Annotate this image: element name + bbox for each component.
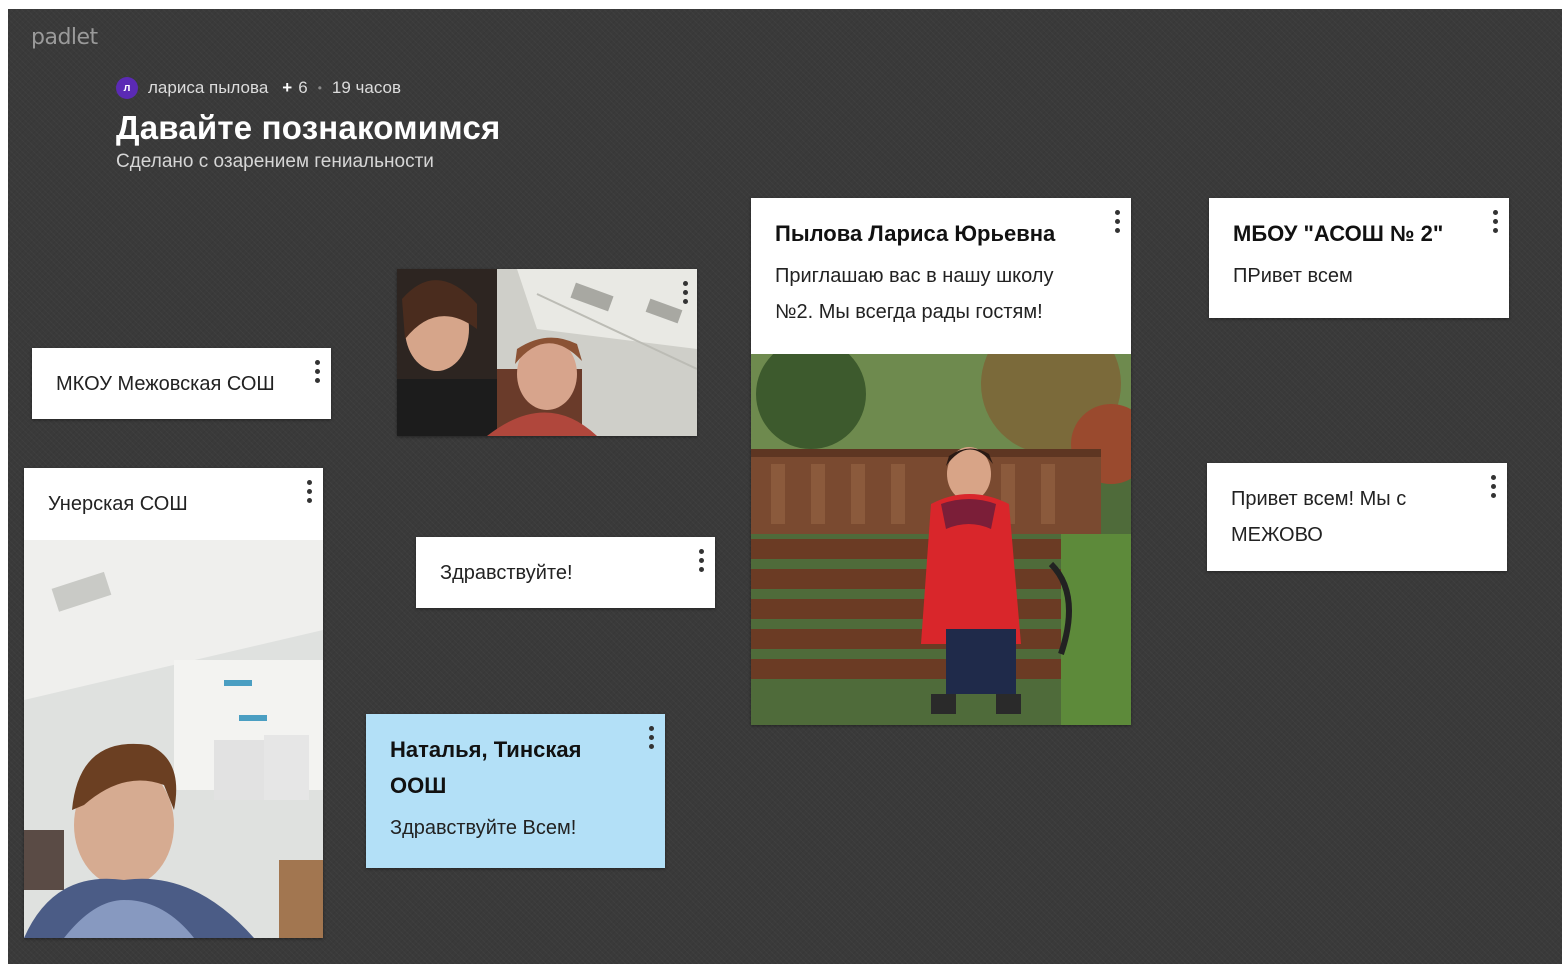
separator-dot: • [317, 81, 322, 95]
post-text: Привет всем! Мы с МЕЖОВО [1231, 488, 1407, 546]
padlet-logo[interactable]: padlet [31, 25, 98, 50]
post-card-zdravstvuyte[interactable]: Здравствуйте! [416, 537, 715, 608]
page-subtitle: Сделано с озарением гениальности [116, 151, 434, 172]
post-card-unerskaya[interactable]: Унерская СОШ [24, 468, 323, 938]
board-meta: л лариса пылова + 6 • 19 часов [116, 75, 500, 101]
author-avatar[interactable]: л [116, 77, 138, 99]
page-title: Давайте познакомимся [116, 109, 501, 146]
post-card-photo-selfie[interactable] [397, 269, 697, 436]
more-vertical-icon[interactable] [649, 726, 655, 752]
post-text: ПРивет всем [1233, 265, 1353, 287]
more-vertical-icon[interactable] [1493, 210, 1499, 236]
post-text: Унерская СОШ [48, 493, 188, 515]
board-header: л лариса пылова + 6 • 19 часов Давайте п… [116, 75, 500, 173]
author-name[interactable]: лариса пылова [148, 78, 268, 98]
selfie-photo [397, 269, 697, 436]
post-card-mezhovo[interactable]: Привет всем! Мы с МЕЖОВО [1207, 463, 1507, 571]
photo-icon [751, 354, 1131, 725]
post-card-mkou[interactable]: МКОУ Межовская СОШ [32, 348, 331, 419]
more-vertical-icon[interactable] [699, 549, 705, 575]
more-vertical-icon[interactable] [307, 480, 313, 506]
more-vertical-icon[interactable] [315, 360, 321, 386]
post-text: Здравствуйте Всем! [390, 817, 577, 839]
post-text: МКОУ Межовская СОШ [56, 373, 275, 395]
contributors-count[interactable]: 6 [298, 78, 307, 98]
unerskaya-photo [24, 540, 323, 938]
post-title: МБОУ "АСОШ № 2" [1233, 221, 1444, 246]
more-vertical-icon[interactable] [1491, 475, 1497, 501]
post-text: Приглашаю вас в нашу школу №2. Мы всегда… [775, 265, 1054, 323]
post-card-pylova[interactable]: Пылова Лариса Юрьевна Приглашаю вас в на… [751, 198, 1131, 725]
post-title: Пылова Лариса Юрьевна [775, 221, 1056, 246]
post-card-natalya[interactable]: Наталья, Тинская ООШ Здравствуйте Всем! [366, 714, 665, 868]
pylova-photo [751, 354, 1131, 725]
post-title: Наталья, Тинская ООШ [390, 737, 582, 798]
plus-icon: + [282, 78, 293, 97]
padlet-board: padlet л лариса пылова + 6 • 19 часов Да… [8, 9, 1562, 964]
post-card-mboy[interactable]: МБОУ "АСОШ № 2" ПРивет всем [1209, 198, 1509, 318]
more-vertical-icon[interactable] [1115, 210, 1121, 236]
more-vertical-icon[interactable] [683, 281, 689, 307]
photo-icon [397, 269, 697, 436]
post-text: Здравствуйте! [440, 562, 573, 584]
photo-icon [24, 540, 323, 938]
time-ago: 19 часов [331, 78, 402, 97]
